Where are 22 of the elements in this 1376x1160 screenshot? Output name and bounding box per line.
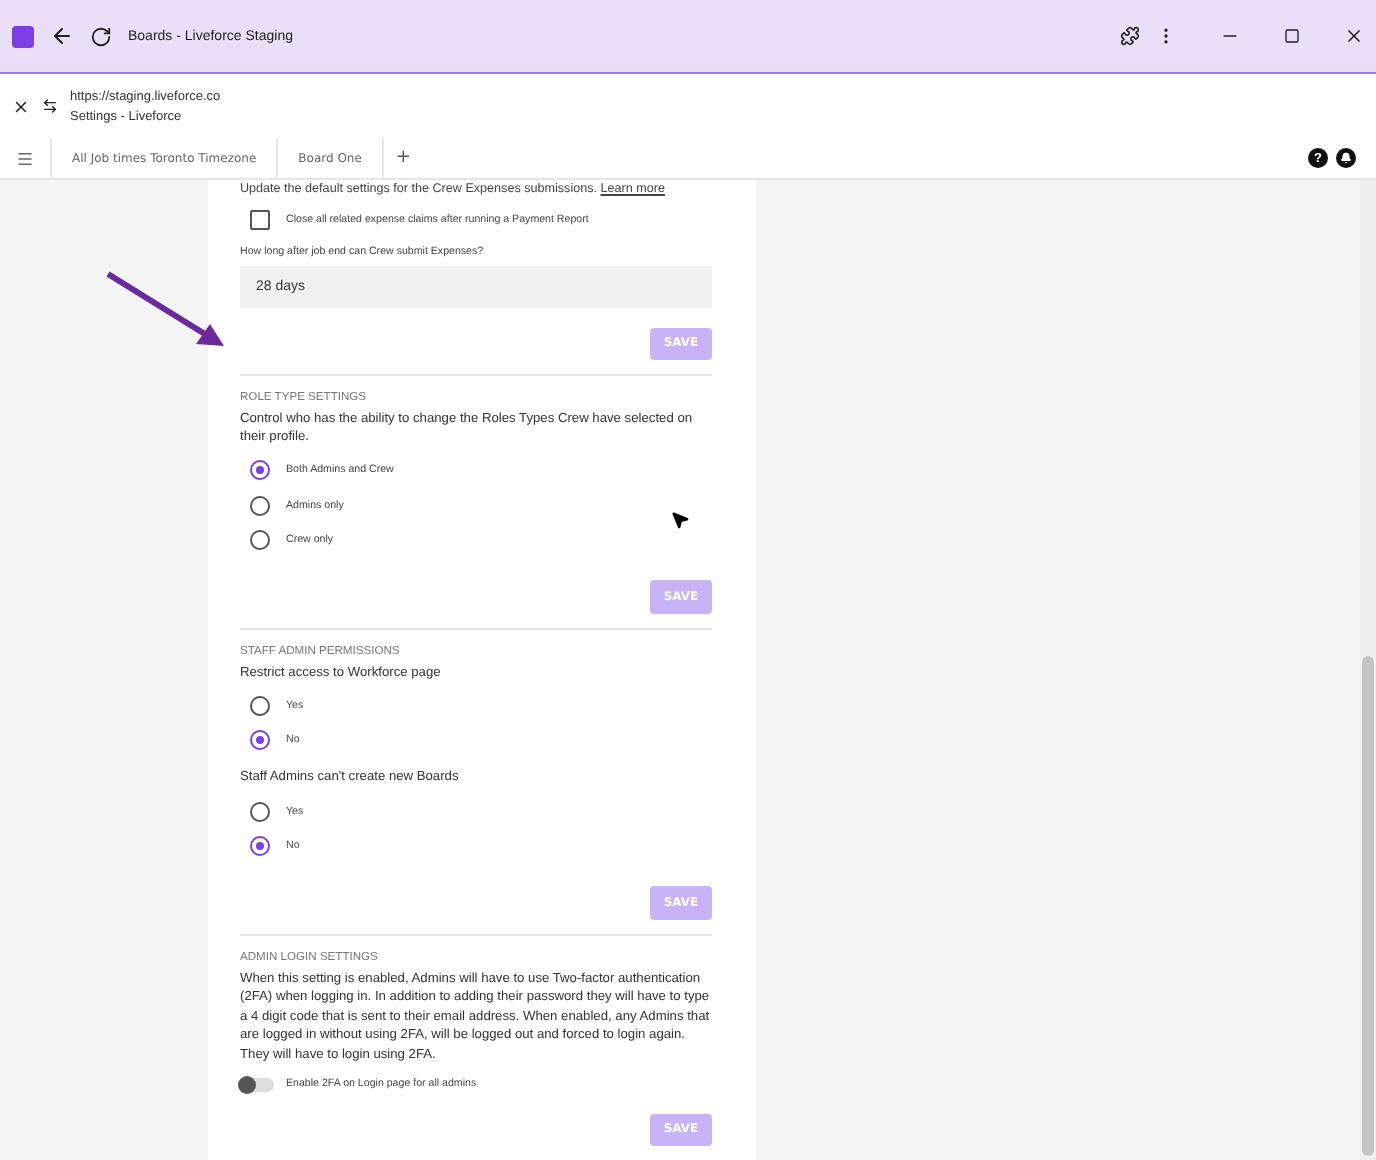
scrollbar-thumb[interactable] bbox=[1362, 656, 1374, 1156]
close-icon[interactable] bbox=[12, 97, 30, 115]
close-icon[interactable] bbox=[1344, 26, 1364, 46]
radio-button[interactable] bbox=[250, 529, 270, 550]
radio-button[interactable] bbox=[250, 695, 270, 716]
notification-icon[interactable] bbox=[1336, 148, 1356, 168]
site-controls-icon[interactable] bbox=[42, 98, 58, 114]
add-tab-button[interactable]: + bbox=[383, 138, 423, 178]
back-icon[interactable] bbox=[50, 24, 74, 48]
checkbox[interactable] bbox=[250, 210, 270, 231]
radio-button[interactable] bbox=[250, 495, 270, 516]
mouse-cursor-icon bbox=[670, 510, 690, 530]
radio-button[interactable] bbox=[250, 801, 270, 822]
radio-button[interactable] bbox=[250, 835, 270, 856]
toggle-switch[interactable] bbox=[240, 1077, 274, 1092]
maximize-icon[interactable] bbox=[1284, 28, 1300, 44]
app-logo-icon bbox=[12, 25, 34, 47]
reload-icon[interactable] bbox=[90, 25, 112, 47]
annotation-arrow bbox=[104, 270, 228, 350]
extension-icon[interactable] bbox=[1120, 26, 1140, 46]
radio-button[interactable] bbox=[250, 460, 270, 481]
radio-button[interactable] bbox=[250, 729, 270, 750]
